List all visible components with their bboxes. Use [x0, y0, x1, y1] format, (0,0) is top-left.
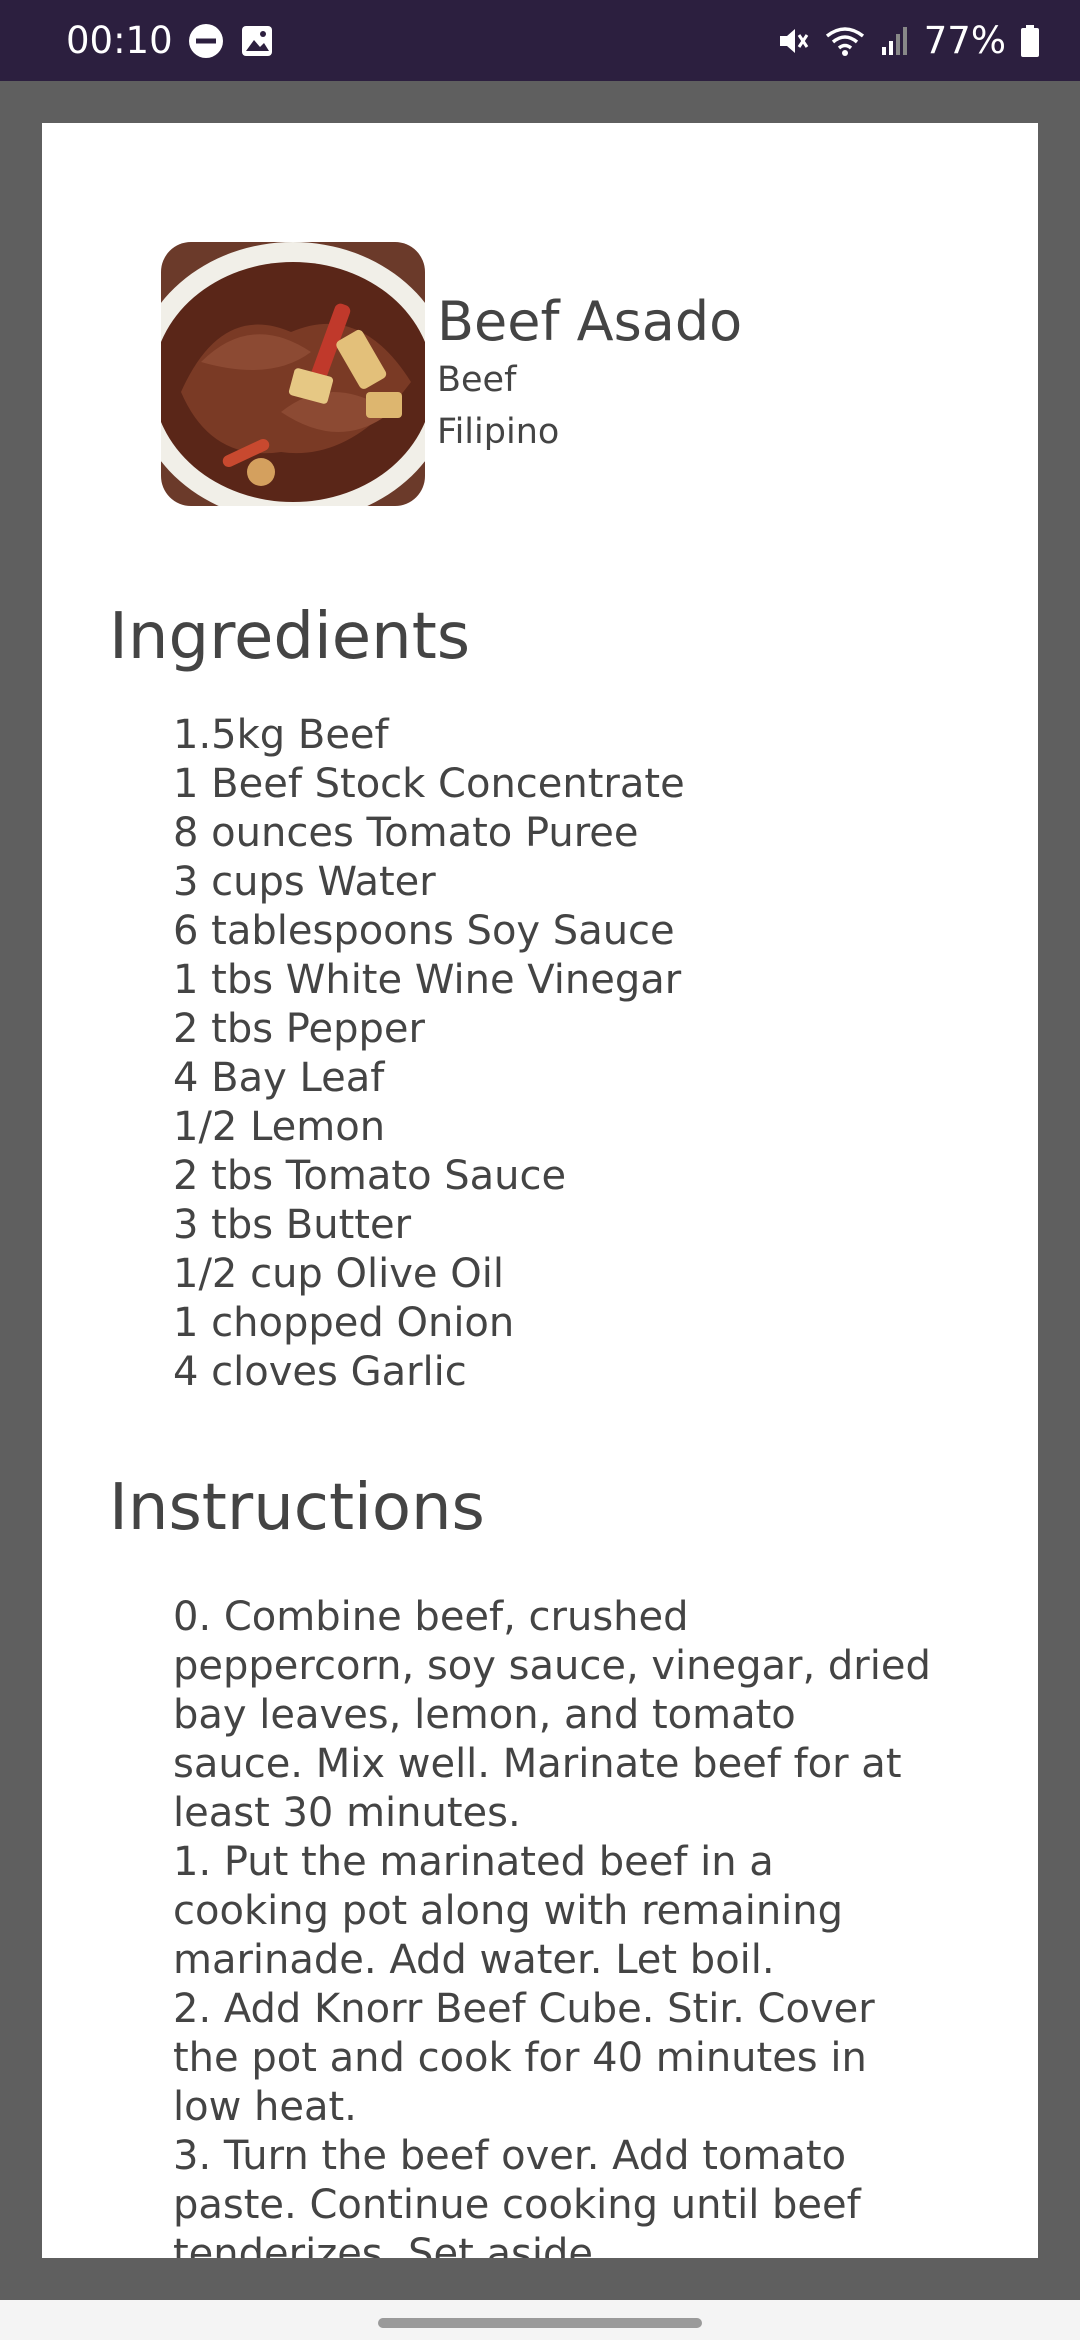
ingredient-item: 1/2 Lemon [173, 1104, 386, 1150]
do-not-disturb-icon [187, 22, 225, 60]
ingredient-item: 1 chopped Onion [173, 1300, 515, 1346]
status-left: 00:10 [66, 0, 275, 81]
ingredient-item: 1/2 cup Olive Oil [173, 1251, 504, 1297]
instruction-step: 2. Add Knorr Beef Cube. Stir. Cover the … [173, 1986, 875, 2130]
ingredient-item: 2 tbs Tomato Sauce [173, 1153, 567, 1199]
recipe-title: Beef Asado [437, 290, 743, 353]
ingredient-item: 2 tbs Pepper [173, 1006, 425, 1052]
ingredient-item: 3 cups Water [173, 859, 436, 905]
ingredients-list: 1.5kg Beef 1 Beef Stock Concentrate 8 ounc… [173, 711, 933, 1397]
recipe-detail-card: Beef Asado Beef Filipino Ingredients 1.5… [42, 123, 1038, 2258]
recipe-thumbnail [161, 242, 425, 506]
ingredient-item: 4 Bay Leaf [173, 1055, 385, 1101]
recipe-area: Filipino [437, 412, 560, 452]
recipe-category: Beef [437, 360, 517, 400]
ingredient-item: 8 ounces Tomato Puree [173, 810, 639, 856]
ingredient-item: 6 tablespoons Soy Sauce [173, 908, 675, 954]
status-bar: 00:10 77% [0, 0, 1080, 81]
ingredient-item: 3 tbs Butter [173, 1202, 412, 1248]
signal-icon [880, 25, 910, 57]
ingredient-item: 1.5kg Beef [173, 712, 389, 758]
wifi-icon [824, 24, 866, 58]
image-icon [239, 23, 275, 59]
status-time: 00:10 [66, 19, 173, 62]
battery-icon [1020, 24, 1040, 58]
instructions-heading: Instructions [109, 1471, 485, 1545]
ingredient-item: 4 cloves Garlic [173, 1349, 467, 1395]
battery-percent: 77% [923, 19, 1006, 62]
recipe-header: Beef Asado Beef Filipino [161, 242, 742, 506]
status-right: 77% [776, 0, 1040, 81]
recipe-title-block: Beef Asado Beef Filipino [437, 290, 742, 458]
home-gesture-handle[interactable] [378, 2318, 702, 2328]
mute-icon [776, 24, 810, 58]
ingredient-item: 1 tbs White Wine Vinegar [173, 957, 682, 1003]
instructions-list: 0. Combine beef, crushed peppercorn, soy… [173, 1593, 933, 2258]
instruction-step: 3. Turn the beef over. Add tomato paste.… [173, 2133, 861, 2258]
instruction-step: 1. Put the marinated beef in a cooking p… [173, 1839, 844, 1983]
ingredient-item: 1 Beef Stock Concentrate [173, 761, 685, 807]
ingredients-heading: Ingredients [109, 600, 471, 674]
instruction-step: 0. Combine beef, crushed peppercorn, soy… [173, 1594, 931, 1836]
